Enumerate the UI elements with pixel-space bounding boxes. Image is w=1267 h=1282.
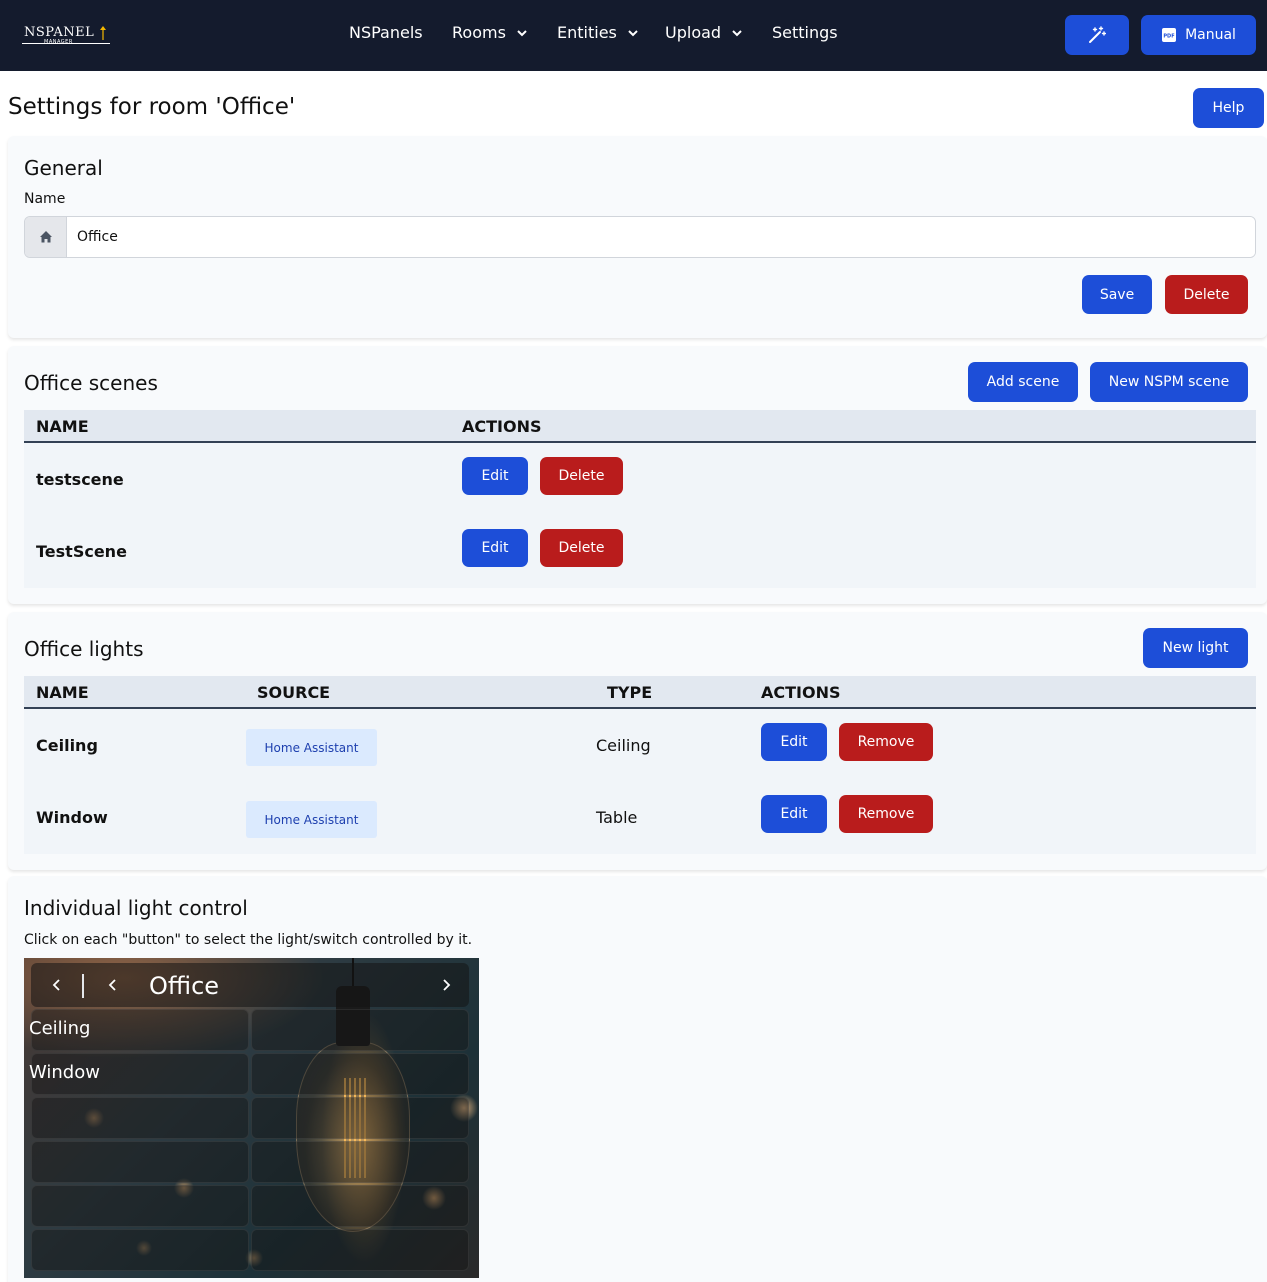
light-type: Ceiling <box>596 736 651 755</box>
column-header: NAME <box>36 683 89 702</box>
lights-table: NAME SOURCE TYPE ACTIONS Ceiling Home As… <box>24 676 1256 854</box>
delete-room-button[interactable]: Delete <box>1165 275 1248 314</box>
nav-upload-dropdown[interactable]: Upload <box>665 23 743 42</box>
name-label: Name <box>24 191 66 207</box>
light-cell-empty[interactable] <box>251 1053 469 1095</box>
lights-title: Office lights <box>24 637 144 661</box>
light-cell-empty[interactable] <box>251 1229 469 1271</box>
light-name: Ceiling <box>36 736 98 755</box>
delete-scene-button[interactable]: Delete <box>540 529 623 567</box>
light-cell-empty[interactable] <box>31 1185 249 1227</box>
new-nspm-scene-button[interactable]: New NSPM scene <box>1090 362 1248 402</box>
new-light-button[interactable]: New light <box>1143 628 1248 668</box>
nav-label: NSPanels <box>349 23 423 42</box>
table-header: NAME ACTIONS <box>24 410 1256 443</box>
column-header: ACTIONS <box>761 683 841 702</box>
app-logo[interactable]: NSPANEL MANAGER <box>22 22 114 48</box>
scenes-card: Office scenes Add scene New NSPM scene N… <box>8 346 1267 604</box>
pdf-icon: PDF <box>1162 28 1177 42</box>
nav-rooms-dropdown[interactable]: Rooms <box>452 23 528 42</box>
light-type: Table <box>596 808 638 827</box>
panel-room-title: Office <box>149 972 220 1000</box>
source-badge: Home Assistant <box>246 729 377 766</box>
column-header: ACTIONS <box>462 417 542 436</box>
light-cell-empty[interactable] <box>251 1185 469 1227</box>
column-header: NAME <box>36 417 89 436</box>
top-navbar: NSPANEL MANAGER NSPanels Rooms Entities … <box>0 0 1267 71</box>
scene-name: testscene <box>36 470 124 489</box>
cell-label: Ceiling <box>29 1018 91 1039</box>
nav-entities-dropdown[interactable]: Entities <box>557 23 639 42</box>
chevron-down-icon <box>517 29 527 36</box>
scenes-table: NAME ACTIONS testscene Edit Delete TestS… <box>24 410 1256 588</box>
light-cell-empty[interactable] <box>31 1141 249 1183</box>
svg-text:PDF: PDF <box>1163 34 1174 40</box>
chevron-right-icon[interactable] <box>438 977 454 993</box>
light-control-card: Individual light control Click on each "… <box>8 876 1267 1282</box>
table-header: NAME SOURCE TYPE ACTIONS <box>24 676 1256 709</box>
light-cell-ceiling[interactable]: Ceiling <box>29 1009 249 1051</box>
name-input-group <box>24 216 1256 258</box>
room-name-input[interactable] <box>67 217 1255 257</box>
manual-button[interactable]: PDF Manual <box>1141 15 1256 55</box>
nav-label: Rooms <box>452 23 506 42</box>
general-card: General Name Save Delete <box>8 136 1267 338</box>
manual-label: Manual <box>1185 27 1236 43</box>
source-badge: Home Assistant <box>246 801 377 838</box>
chevron-down-icon <box>732 29 742 36</box>
chevron-down-icon <box>628 29 638 36</box>
panel-header: Office <box>31 963 469 1007</box>
help-button[interactable]: Help <box>1193 88 1264 128</box>
edit-light-button[interactable]: Edit <box>761 723 827 761</box>
delete-scene-button[interactable]: Delete <box>540 457 623 495</box>
remove-light-button[interactable]: Remove <box>839 723 933 761</box>
cell-label: Window <box>29 1062 100 1083</box>
save-button[interactable]: Save <box>1082 275 1152 314</box>
chevron-left-icon[interactable] <box>105 977 121 993</box>
nav-label: Upload <box>665 23 722 42</box>
header-divider <box>82 974 84 998</box>
light-cell-window[interactable]: Window <box>29 1053 249 1095</box>
light-control-description: Click on each "button" to select the lig… <box>24 932 473 948</box>
column-header: SOURCE <box>257 683 331 702</box>
chevron-left-icon[interactable] <box>49 977 65 993</box>
edit-scene-button[interactable]: Edit <box>462 457 528 495</box>
nav-settings[interactable]: Settings <box>772 23 838 42</box>
logo-subtext: MANAGER <box>44 39 73 45</box>
home-icon <box>25 217 67 257</box>
logo-text: NSPANEL <box>24 25 95 40</box>
nav-nspanels[interactable]: NSPanels <box>349 23 423 42</box>
light-name: Window <box>36 808 108 827</box>
light-cell-empty[interactable] <box>251 1141 469 1183</box>
magic-wand-icon <box>1089 26 1106 43</box>
lights-card: Office lights New light NAME SOURCE TYPE… <box>8 612 1267 870</box>
general-title: General <box>24 156 103 180</box>
column-header: TYPE <box>607 683 653 702</box>
edit-scene-button[interactable]: Edit <box>462 529 528 567</box>
lamp-icon <box>100 26 106 40</box>
light-cell-empty[interactable] <box>251 1097 469 1139</box>
nav-label: Entities <box>557 23 617 42</box>
scene-name: TestScene <box>36 542 127 561</box>
nspanel-preview: Office Ceiling Window <box>24 958 479 1278</box>
theme-toggle-button[interactable] <box>1065 15 1129 55</box>
light-control-title: Individual light control <box>24 896 248 920</box>
light-cell-empty[interactable] <box>251 1009 469 1051</box>
edit-light-button[interactable]: Edit <box>761 795 827 833</box>
remove-light-button[interactable]: Remove <box>839 795 933 833</box>
page-title: Settings for room 'Office' <box>8 94 296 120</box>
add-scene-button[interactable]: Add scene <box>968 362 1078 402</box>
light-cell-empty[interactable] <box>31 1097 249 1139</box>
scenes-title: Office scenes <box>24 371 158 395</box>
nav-label: Settings <box>772 23 838 42</box>
light-cell-empty[interactable] <box>31 1229 249 1271</box>
